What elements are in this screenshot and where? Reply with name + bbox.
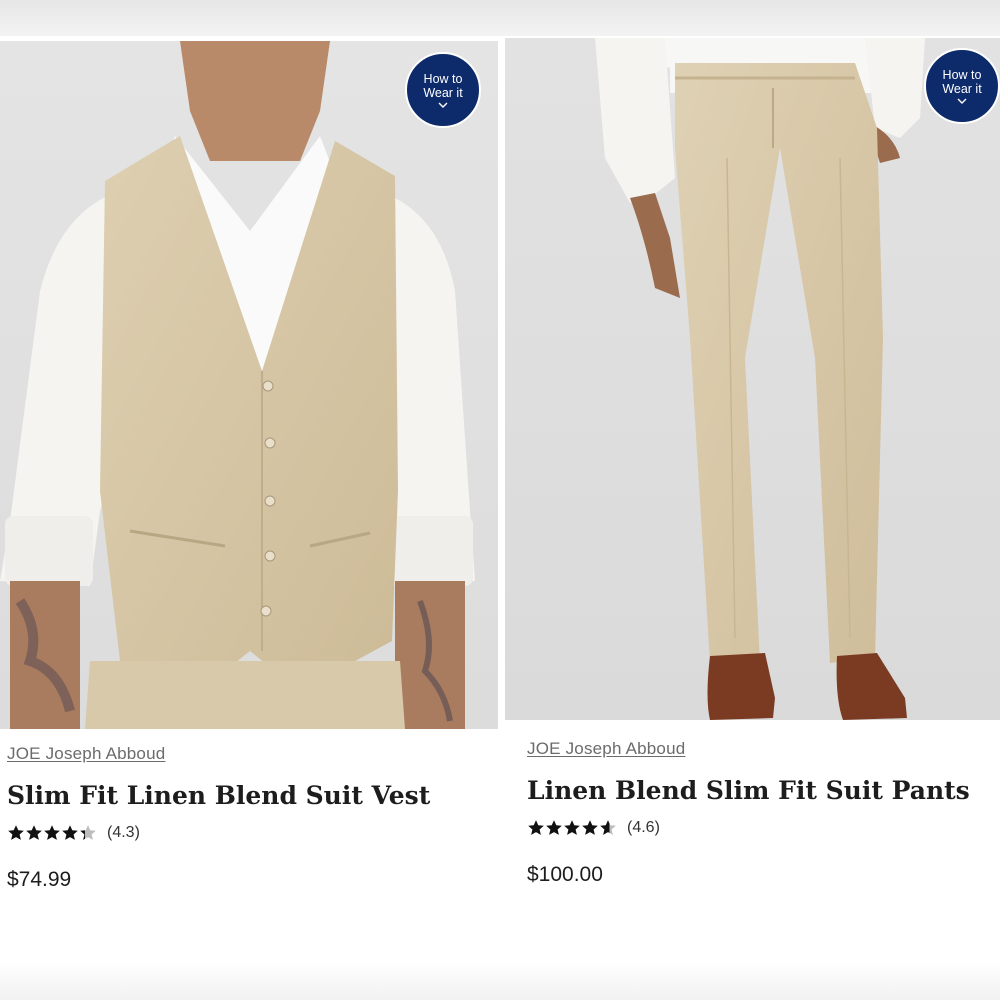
how-to-wear-label-line1: How to bbox=[942, 68, 982, 82]
rating-value: (4.3) bbox=[107, 824, 140, 841]
pants-photo bbox=[505, 38, 1000, 720]
how-to-wear-button[interactable]: How to Wear it bbox=[405, 52, 481, 128]
star-icon bbox=[80, 825, 96, 840]
star-icon bbox=[26, 825, 42, 840]
chevron-down-icon bbox=[957, 98, 967, 104]
bottom-strip bbox=[0, 962, 1000, 1000]
product-rating[interactable]: (4.3) bbox=[7, 824, 140, 842]
star-icon bbox=[62, 825, 78, 840]
product-rating[interactable]: (4.6) bbox=[527, 819, 660, 837]
chevron-down-icon bbox=[438, 102, 448, 108]
how-to-wear-button[interactable]: How to Wear it bbox=[924, 48, 1000, 124]
product-title[interactable]: Slim Fit Linen Blend Suit Vest bbox=[7, 781, 430, 810]
star-icon bbox=[564, 820, 580, 835]
star-icon bbox=[546, 820, 562, 835]
brand-link[interactable]: JOE Joseph Abboud bbox=[7, 744, 165, 764]
star-icon bbox=[528, 820, 544, 835]
star-icon bbox=[600, 820, 616, 835]
star-icon bbox=[8, 825, 24, 840]
star-icon bbox=[44, 825, 60, 840]
product-image-pants[interactable]: How to Wear it bbox=[505, 38, 1000, 720]
how-to-wear-label-line1: How to bbox=[423, 72, 463, 86]
star-icon bbox=[582, 820, 598, 835]
product-title[interactable]: Linen Blend Slim Fit Suit Pants bbox=[527, 776, 970, 805]
star-rating bbox=[7, 824, 97, 842]
rating-value: (4.6) bbox=[627, 819, 660, 836]
product-price: $100.00 bbox=[527, 863, 603, 886]
vest-photo bbox=[0, 41, 498, 729]
how-to-wear-label-line2: Wear it bbox=[942, 82, 982, 96]
product-price: $74.99 bbox=[7, 868, 72, 891]
star-rating bbox=[527, 819, 617, 837]
how-to-wear-label-line2: Wear it bbox=[423, 86, 463, 100]
product-image-vest[interactable]: How to Wear it bbox=[0, 41, 498, 729]
top-strip bbox=[0, 0, 1000, 36]
brand-link[interactable]: JOE Joseph Abboud bbox=[527, 739, 685, 759]
